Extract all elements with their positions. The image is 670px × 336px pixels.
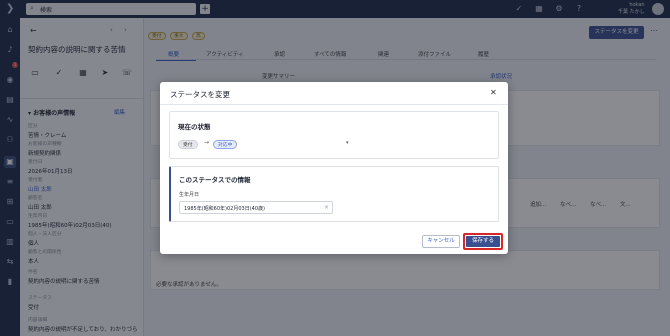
from-status-pill: 受付 xyxy=(178,140,198,149)
close-icon[interactable]: ✕ xyxy=(490,88,497,97)
save-button-highlight: 保存する xyxy=(463,233,503,250)
birthdate-value: 1985年(昭和60年)02月03日(40歳) xyxy=(184,206,265,212)
birthdate-field[interactable]: 1985年(昭和60年)02月03日(40歳) × xyxy=(179,201,333,214)
to-status-select[interactable]: 対応中 xyxy=(213,140,238,149)
clear-icon[interactable]: × xyxy=(324,204,329,211)
birthdate-label: 生年月日 xyxy=(179,192,200,198)
current-status-heading: 現在の状態 xyxy=(178,123,211,131)
status-info-heading: このステータスでの情報 xyxy=(179,176,251,184)
current-status-section: 現在の状態 受付 → 対応中 ▾ xyxy=(169,111,499,159)
save-button[interactable]: 保存する xyxy=(466,236,500,247)
arrow-right-icon: → xyxy=(204,139,210,146)
dialog-title: ステータスを変更 xyxy=(170,90,230,99)
chevron-down-icon[interactable]: ▾ xyxy=(346,140,349,146)
change-status-dialog: ステータスを変更 ✕ 現在の状態 受付 → 対応中 ▾ このステータスでの情報 … xyxy=(160,82,508,254)
status-info-section: このステータスでの情報 生年月日 1985年(昭和60年)02月03日(40歳)… xyxy=(169,166,499,222)
cancel-button[interactable]: キャンセル xyxy=(422,235,460,248)
divider xyxy=(160,104,508,105)
